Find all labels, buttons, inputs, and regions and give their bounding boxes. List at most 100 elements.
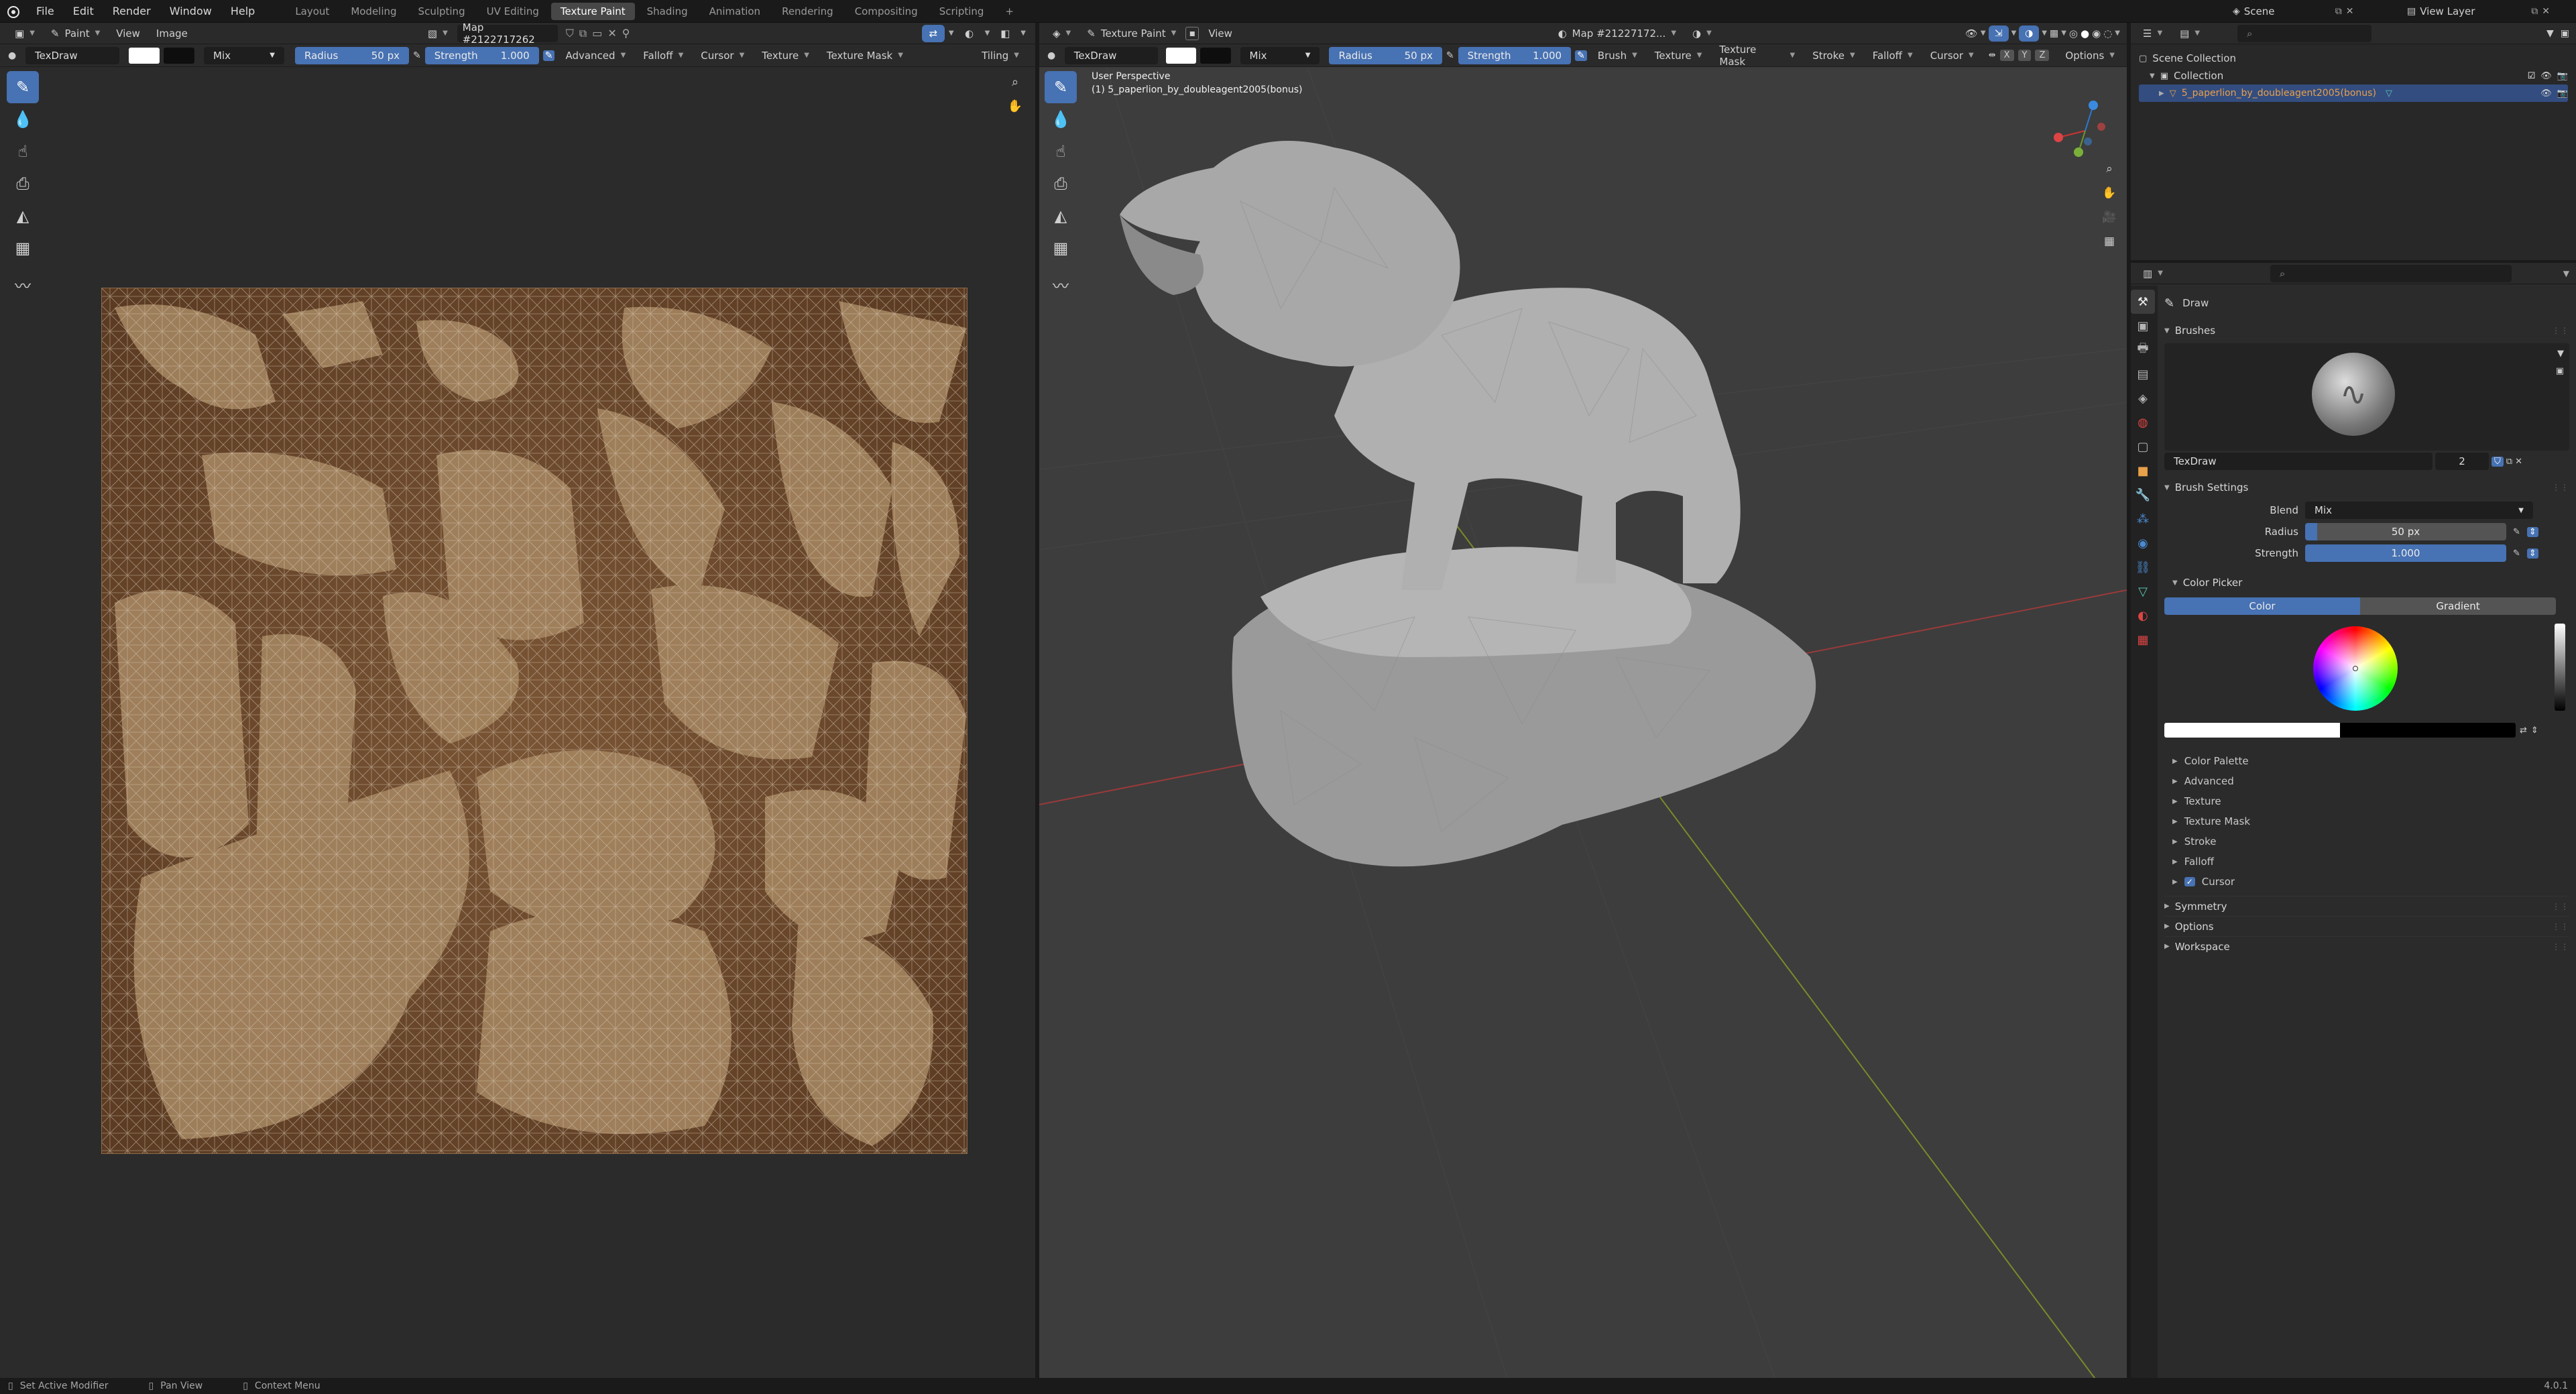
color-wheel[interactable] <box>2313 626 2398 711</box>
value-slider[interactable] <box>2555 624 2565 711</box>
menu-help[interactable]: Help <box>221 0 264 23</box>
viewport-menu-view[interactable]: View <box>1202 25 1239 42</box>
properties-strength-unit-icon[interactable]: ⇕ <box>2526 548 2538 559</box>
render-tab-icon[interactable]: ▣ <box>2131 314 2155 338</box>
falloff-menu[interactable]: Falloff ▼ <box>636 47 690 64</box>
color-tab[interactable]: Color <box>2164 597 2360 615</box>
collection-tab-icon[interactable]: ▢ <box>2131 434 2155 459</box>
visibility-icon[interactable]: 👁 <box>1965 27 1978 40</box>
mirror-icon[interactable]: ⇹ <box>1989 50 1996 60</box>
blender-logo-icon[interactable] <box>0 0 27 23</box>
open-image-icon[interactable]: ▭ <box>592 27 602 40</box>
outliner-object-row[interactable]: ▶ ▽ 5_paperlion_by_doubleagent2005(bonus… <box>2139 84 2568 102</box>
mode-dropdown[interactable]: ✎ Paint ▼ <box>44 25 107 42</box>
physics-tab-icon[interactable]: ◉ <box>2131 531 2155 555</box>
vp-cursor-menu[interactable]: Cursor ▼ <box>1924 47 1981 64</box>
vp-options-menu[interactable]: Options ▼ <box>2058 47 2121 64</box>
image-name-field[interactable]: Map #2122717262 <box>457 21 558 46</box>
add-workspace-button[interactable]: + <box>996 3 1023 20</box>
vp-brush-name-field[interactable]: TexDraw <box>1064 46 1158 64</box>
brush-color-swatches[interactable] <box>2164 723 2516 738</box>
pan-hand-icon[interactable]: ✋ <box>1003 94 1027 118</box>
rendered-shading-icon[interactable]: ◌ <box>2103 27 2112 40</box>
vp-secondary-color-swatch[interactable] <box>1200 47 1231 64</box>
properties-radius-unit-icon[interactable]: ⇕ <box>2526 526 2538 537</box>
modifier-tab-icon[interactable]: 🔧 <box>2131 483 2155 507</box>
workspace-tab-texture-paint[interactable]: Texture Paint <box>550 2 635 20</box>
workspace-tab-compositing[interactable]: Compositing <box>845 3 927 20</box>
subsection-advanced[interactable]: ▶ Advanced <box>2172 771 2569 791</box>
smear-tool-icon[interactable]: ☝ <box>7 135 39 168</box>
brush-datablock-field[interactable]: TexDraw <box>2164 453 2433 470</box>
axis-x-toggle[interactable]: X <box>1999 50 2014 61</box>
axis-z-toggle[interactable]: Z <box>2035 50 2050 61</box>
draw-tool-icon[interactable]: ✎ <box>7 71 39 103</box>
scene-tab-icon[interactable]: ◈ <box>2131 386 2155 410</box>
image-browse-button[interactable]: ▧ ▼ <box>421 25 455 42</box>
properties-editor-type-button[interactable]: ▥ ▼ <box>2136 265 2170 282</box>
object-visibility-icon[interactable]: 👁 <box>2540 89 2552 99</box>
solid-shading-icon[interactable]: ● <box>2081 27 2089 40</box>
menu-view[interactable]: View <box>109 25 147 42</box>
new-collection-icon[interactable]: ▣ <box>2561 28 2569 39</box>
paint-mask-toggle-icon[interactable]: ▪ <box>1185 26 1199 40</box>
vp-pan-icon[interactable]: ✋ <box>2097 181 2121 205</box>
properties-blend-dropdown[interactable]: Mix ▼ <box>2305 502 2533 519</box>
sync-selection-icon[interactable]: ⇄ <box>921 24 945 42</box>
gizmo-toggle-icon[interactable]: ⇲ <box>1988 25 2009 42</box>
properties-strength-slider[interactable]: 1.000 <box>2305 544 2506 562</box>
brush-copy-icon[interactable]: ⧉ <box>2506 457 2512 467</box>
swap-colors-icon[interactable]: ⇄ <box>2520 725 2527 736</box>
brush-list-dropdown-icon[interactable]: ▼ <box>2557 349 2564 359</box>
primary-color-swatch[interactable] <box>129 47 160 64</box>
brush-fake-user-icon[interactable]: ⛉ <box>2492 456 2504 467</box>
radius-slider[interactable]: Radius 50 px <box>295 46 409 64</box>
unlink-image-icon[interactable]: ✕ <box>607 27 616 40</box>
outliner-search-field[interactable]: ⌕ <box>2237 24 2372 42</box>
vp-brush-menu[interactable]: Brush ▼ <box>1591 47 1644 64</box>
menu-window[interactable]: Window <box>160 0 221 23</box>
scene-selector[interactable]: ◈ Scene ⧉ ✕ <box>2233 3 2354 20</box>
view-layer-tab-icon[interactable]: ▤ <box>2131 362 2155 386</box>
scene-close-icon[interactable]: ✕ <box>2346 6 2354 17</box>
vp-falloff-menu[interactable]: Falloff ▼ <box>1866 47 1920 64</box>
subsection-color-palette[interactable]: ▶ Color Palette <box>2172 751 2569 771</box>
texture-mask-menu[interactable]: Texture Mask ▼ <box>820 47 910 64</box>
fake-user-icon[interactable]: ⛉ <box>566 27 574 40</box>
secondary-color-swatch[interactable] <box>164 47 194 64</box>
view-layer-selector[interactable]: ▤ View Layer ⧉ ✕ <box>2407 3 2550 20</box>
properties-radius-slider[interactable]: 50 px <box>2305 523 2506 540</box>
workspace-tab-uv-editing[interactable]: UV Editing <box>477 3 548 20</box>
ortho-toggle-icon[interactable]: ▦ <box>2097 229 2121 253</box>
radius-pressure-icon[interactable]: ✎ <box>413 50 421 61</box>
axis-y-toggle[interactable]: Y <box>2017 50 2032 61</box>
vp-stroke-menu[interactable]: Stroke ▼ <box>1806 47 1862 64</box>
section-options[interactable]: ▶ Options ⋮⋮ <box>2164 916 2569 936</box>
texture-menu[interactable]: Texture ▼ <box>755 47 816 64</box>
subsection-cursor[interactable]: ▶ ✓ Cursor <box>2172 872 2569 892</box>
editor-type-button[interactable]: ▣ ▼ <box>8 25 42 42</box>
xray-icon[interactable]: ▦ <box>2050 28 2058 39</box>
expand-arrow-icon[interactable]: ▶ <box>2159 90 2164 97</box>
viewport-canvas[interactable]: User Perspective (1) 5_paperlion_by_doub… <box>1039 66 2127 1384</box>
view-layer-copy-icon[interactable]: ⧉ <box>2531 6 2538 17</box>
viewport-editor-type-button[interactable]: ◈ ▼ <box>1046 25 1077 42</box>
menu-file[interactable]: File <box>27 0 64 23</box>
workspace-tab-sculpting[interactable]: Sculpting <box>409 3 475 20</box>
zoom-icon[interactable]: ⌕ <box>1003 70 1027 94</box>
vp-strength-pressure-icon[interactable]: ✎ <box>1575 50 1587 61</box>
fill-tool-icon[interactable]: ◭ <box>7 200 39 232</box>
workspace-tab-shading[interactable]: Shading <box>638 3 697 20</box>
clone-tool-icon[interactable]: ⎙ <box>7 168 39 200</box>
section-workspace[interactable]: ▶ Workspace ⋮⋮ <box>2164 936 2569 956</box>
vp-soften-tool-icon[interactable]: 💧 <box>1045 103 1077 135</box>
workspace-tab-modeling[interactable]: Modeling <box>341 3 406 20</box>
brush-menu-icon[interactable]: ▣ <box>2556 366 2564 376</box>
menu-edit[interactable]: Edit <box>64 0 103 23</box>
object-render-icon[interactable]: 📷 <box>2557 89 2568 99</box>
wireframe-shading-icon[interactable]: ◎ <box>2069 27 2078 40</box>
viewport-image-selector[interactable]: ◐ Map #21227172... ▼ <box>1552 25 1683 42</box>
strength-pressure-icon[interactable]: ✎ <box>542 50 555 61</box>
vp-draw-tool-icon[interactable]: ✎ <box>1045 71 1077 103</box>
tool-tab-icon[interactable]: ⚒ <box>2131 290 2155 314</box>
